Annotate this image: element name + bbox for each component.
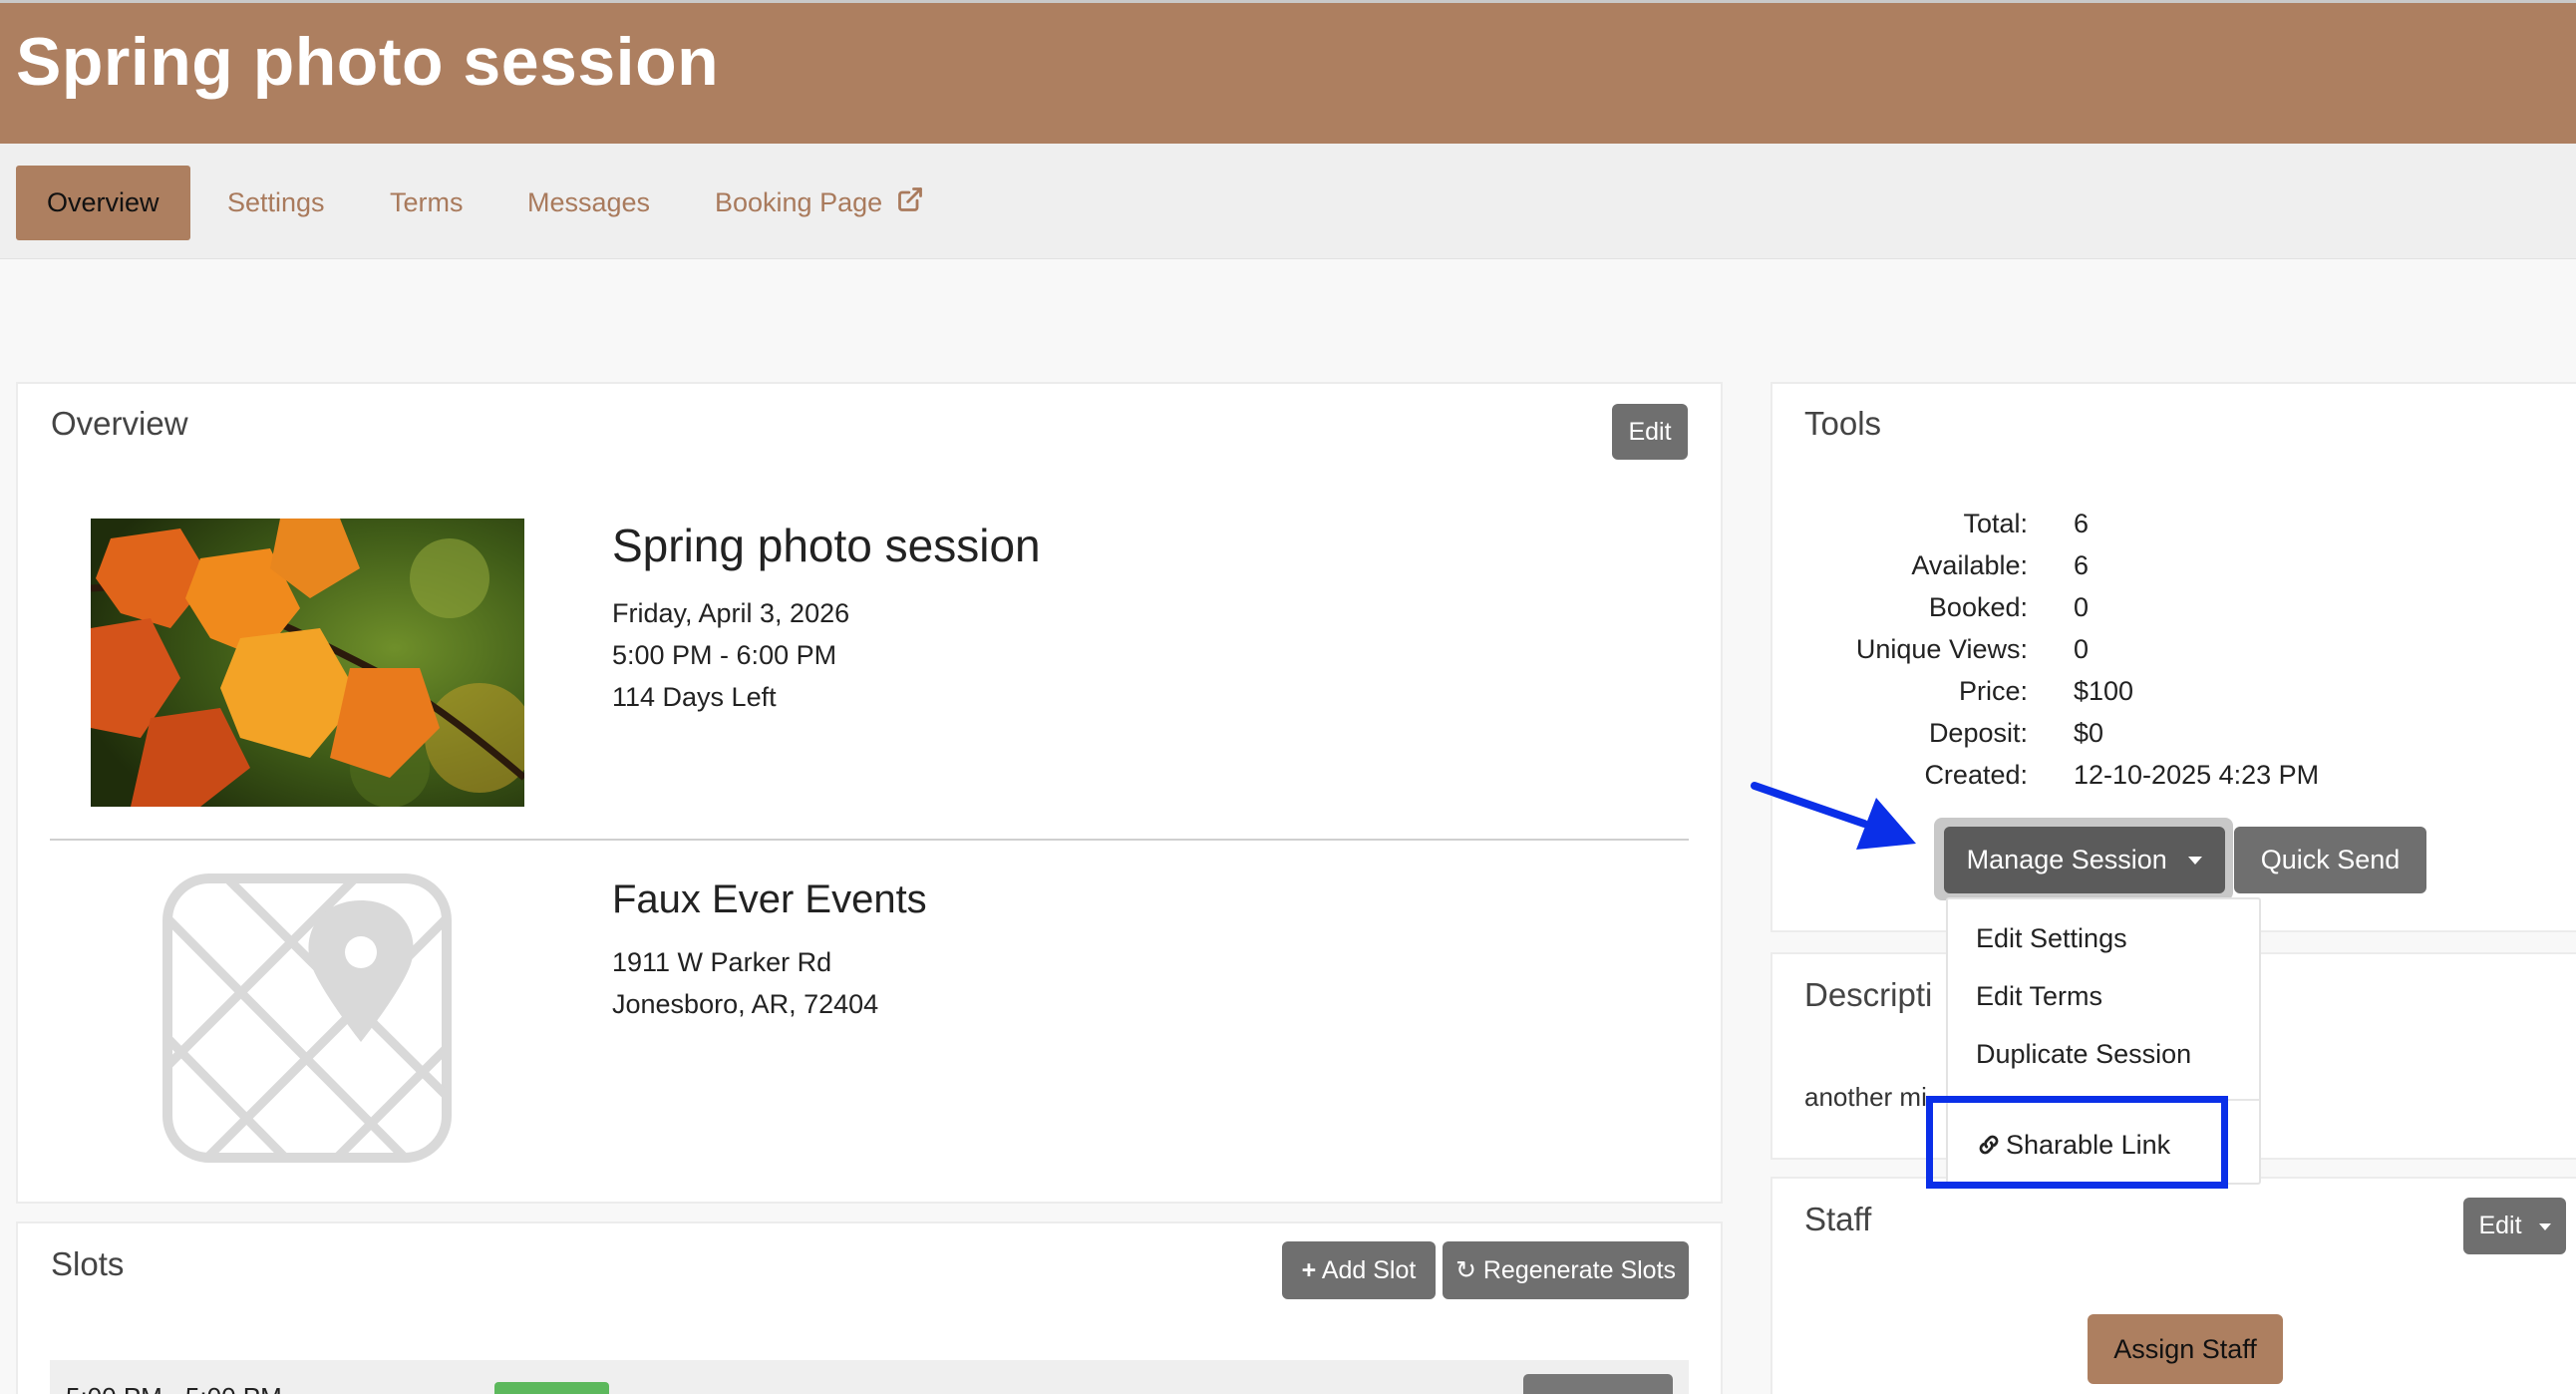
- menu-item-duplicate-session[interactable]: Duplicate Session: [1976, 1039, 2191, 1070]
- menu-item-edit-settings[interactable]: Edit Settings: [1976, 923, 2127, 954]
- event-date: Friday, April 3, 2026: [612, 598, 850, 628]
- staff-edit-button[interactable]: Edit: [2463, 1198, 2566, 1254]
- venue-address-line1: 1911 W Parker Rd: [612, 947, 832, 977]
- tab-settings[interactable]: Settings: [196, 166, 356, 240]
- stat-booked-value: 0: [2074, 592, 2090, 622]
- stat-deposit-value: $0: [2074, 718, 2104, 748]
- stat-available-value: 6: [2074, 550, 2090, 580]
- refresh-icon: ↻: [1454, 1256, 1476, 1284]
- tab-terms[interactable]: Terms: [359, 166, 494, 240]
- slot-row[interactable]: 5:00 PM - 5:00 PM: [50, 1360, 1689, 1394]
- arrow-annotation-icon: [1751, 782, 1916, 850]
- manage-session-button[interactable]: Manage Session: [1944, 827, 2225, 893]
- regenerate-slots-button[interactable]: ↻ Regenerate Slots: [1443, 1241, 1689, 1299]
- venue-name: Faux Ever Events: [612, 877, 927, 921]
- tab-bar: Overview Settings Terms Messages Booking…: [0, 144, 2576, 259]
- overview-card-title: Overview: [51, 405, 188, 442]
- status-badge: [494, 1382, 609, 1394]
- stat-created-value: 12-10-2025 4:23 PM: [2074, 760, 2320, 790]
- stat-unique-views-label: Unique Views:: [1855, 634, 2028, 664]
- stat-total-value: 6: [2074, 509, 2090, 538]
- tab-label: Booking Page: [715, 187, 883, 217]
- slot-action-button[interactable]: [1523, 1374, 1673, 1394]
- description-text: another mi: [1804, 1082, 1927, 1112]
- stat-price-label: Price:: [1958, 676, 2028, 706]
- quick-send-button[interactable]: Quick Send: [2234, 827, 2426, 893]
- staff-edit-label: Edit: [2478, 1212, 2522, 1239]
- caret-down-icon: [2538, 1223, 2551, 1230]
- add-slot-button[interactable]: + Add Slot: [1282, 1241, 1436, 1299]
- description-card-title: Descripti: [1804, 976, 1933, 1013]
- manage-session-label: Manage Session: [1966, 845, 2167, 874]
- tab-label: Messages: [527, 187, 651, 217]
- add-slot-label: Add Slot: [1321, 1256, 1417, 1284]
- tab-booking-page[interactable]: Booking Page: [684, 166, 955, 240]
- staff-card-title: Staff: [1804, 1201, 1872, 1237]
- tools-card-title: Tools: [1804, 405, 1882, 442]
- tab-label: Terms: [390, 187, 464, 217]
- regenerate-slots-label: Regenerate Slots: [1482, 1256, 1677, 1284]
- event-name: Spring photo session: [612, 520, 1041, 571]
- map-placeholder-icon: [162, 873, 452, 1163]
- event-time: 5:00 PM - 6:00 PM: [612, 640, 837, 670]
- stat-total-label: Total:: [1963, 509, 2028, 538]
- stat-available-label: Available:: [1911, 550, 2028, 580]
- stat-deposit-label: Deposit:: [1928, 718, 2028, 748]
- overview-divider: [50, 839, 1689, 841]
- page-header: Spring photo session: [0, 0, 2576, 144]
- slots-card-title: Slots: [51, 1245, 125, 1282]
- external-link-icon: [897, 187, 922, 211]
- overview-edit-button[interactable]: Edit: [1612, 404, 1688, 460]
- page-title: Spring photo session: [16, 24, 720, 100]
- venue-address-line2: Jonesboro, AR, 72404: [612, 989, 879, 1019]
- caret-down-icon: [2188, 857, 2203, 865]
- event-photo: [91, 519, 524, 807]
- menu-item-edit-terms[interactable]: Edit Terms: [1976, 981, 2102, 1012]
- stat-unique-views-value: 0: [2074, 634, 2090, 664]
- stat-price-value: $100: [2074, 676, 2134, 706]
- event-days-left: 114 Days Left: [612, 682, 777, 712]
- stat-booked-label: Booked:: [1928, 592, 2028, 622]
- assign-staff-button[interactable]: Assign Staff: [2088, 1314, 2283, 1384]
- slot-time: 5:00 PM - 5:00 PM: [66, 1382, 282, 1394]
- plus-icon: +: [1301, 1256, 1317, 1284]
- tab-overview[interactable]: Overview: [16, 166, 190, 240]
- highlight-box: [1926, 1096, 2228, 1189]
- tab-label: Settings: [227, 187, 325, 217]
- tab-label: Overview: [47, 187, 160, 217]
- tab-messages[interactable]: Messages: [496, 166, 681, 240]
